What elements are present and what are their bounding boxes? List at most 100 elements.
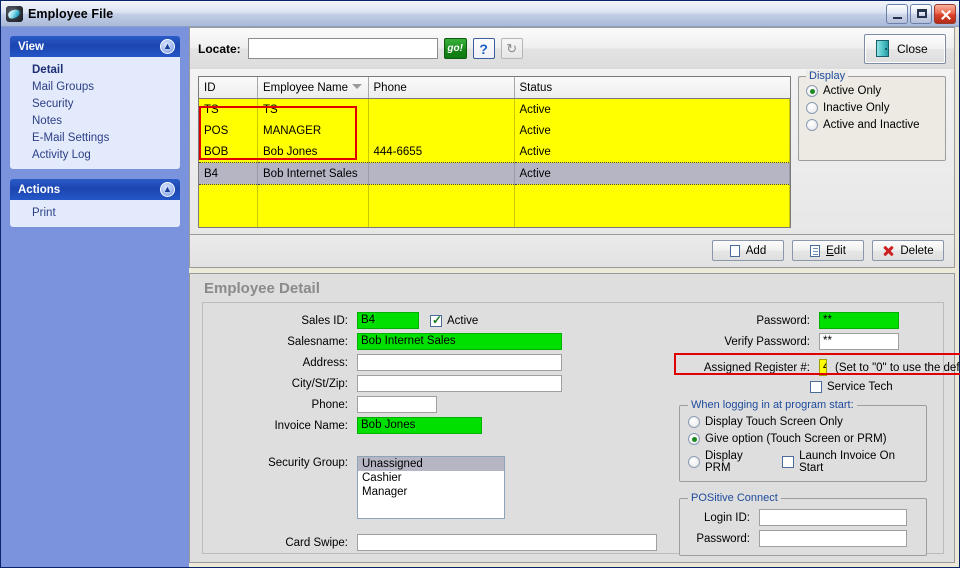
cell-phone: 444-6655 bbox=[368, 141, 515, 163]
service-tech-label: Service Tech bbox=[827, 381, 893, 393]
verify-password-field[interactable]: ** bbox=[819, 333, 899, 350]
table-row[interactable]: TS TS Active bbox=[199, 98, 790, 120]
document-icon bbox=[810, 244, 821, 257]
radio-active-only[interactable]: Active Only bbox=[806, 85, 938, 97]
phone-field[interactable] bbox=[357, 396, 437, 413]
sidebar-item-security[interactable]: Security bbox=[10, 95, 180, 112]
field-security-group: Security Group: Unassigned Cashier Manag… bbox=[213, 456, 665, 519]
radio-inactive-only-label: Inactive Only bbox=[823, 102, 890, 114]
password-field[interactable]: ** bbox=[819, 312, 899, 329]
checkbox-icon bbox=[810, 381, 822, 393]
radio-display-touch-screen-only[interactable]: Display Touch Screen Only bbox=[688, 416, 918, 428]
table-row[interactable] bbox=[199, 206, 790, 227]
radio-active-only-label: Active Only bbox=[823, 85, 882, 97]
window-title: Employee File bbox=[28, 6, 114, 21]
invoice-name-field[interactable]: Bob Jones bbox=[357, 417, 482, 434]
sidebar-item-activity-log[interactable]: Activity Log bbox=[10, 146, 180, 163]
detail-left-column: Sales ID: B4 Active Salesname: Bob Inter… bbox=[213, 312, 665, 551]
cell-name bbox=[257, 184, 369, 206]
sidebar-item-email-settings[interactable]: E-Mail Settings bbox=[10, 129, 180, 146]
sidebar-item-print[interactable]: Print bbox=[10, 204, 180, 221]
delete-x-icon bbox=[882, 245, 894, 257]
city-st-zip-field[interactable] bbox=[357, 375, 562, 392]
delete-button[interactable]: Delete bbox=[872, 240, 944, 261]
field-city-st-zip: City/St/Zip: bbox=[213, 375, 665, 392]
cell-name bbox=[257, 206, 369, 227]
cell-name: Bob Jones bbox=[257, 141, 369, 163]
radio-icon bbox=[688, 416, 700, 428]
list-item[interactable]: Cashier bbox=[358, 471, 504, 485]
sidebar-item-detail[interactable]: Detail bbox=[10, 61, 180, 78]
address-label: Address: bbox=[302, 356, 348, 369]
edit-button[interactable]: Edit bbox=[792, 240, 864, 261]
locate-label: Locate: bbox=[198, 41, 241, 56]
table-row[interactable] bbox=[199, 184, 790, 206]
cell-status: Active bbox=[514, 162, 790, 185]
connect-login-id-label: Login ID: bbox=[703, 511, 750, 524]
positive-connect-legend: POSitive Connect bbox=[688, 492, 781, 504]
maximize-button[interactable] bbox=[910, 3, 932, 24]
locate-toolbar: Locate: go! ? ↻ Close bbox=[189, 27, 955, 69]
table-row[interactable]: BOB Bob Jones 444-6655 Active bbox=[199, 141, 790, 163]
chevron-up-icon[interactable]: ▲ bbox=[160, 39, 175, 54]
radio-give-option[interactable]: Give option (Touch Screen or PRM) bbox=[688, 433, 918, 445]
close-window-button[interactable] bbox=[934, 3, 956, 24]
help-icon[interactable]: ? bbox=[472, 38, 495, 59]
field-assigned-register: Assigned Register #: 4 (Set to "0" to us… bbox=[675, 359, 960, 376]
table-row[interactable]: POS MANAGER Active bbox=[199, 120, 790, 141]
refresh-icon[interactable]: ↻ bbox=[500, 38, 523, 59]
cell-phone bbox=[368, 98, 515, 120]
field-connect-password: Password: bbox=[688, 530, 918, 547]
service-tech-checkbox-row[interactable]: Service Tech bbox=[810, 381, 893, 393]
cell-status bbox=[514, 184, 790, 206]
card-swipe-field[interactable] bbox=[357, 534, 657, 551]
column-header-id[interactable]: ID bbox=[199, 77, 258, 99]
radio-active-and-inactive[interactable]: Active and Inactive bbox=[806, 119, 938, 131]
sidebar-panel-view-title: View bbox=[18, 40, 44, 53]
connect-login-id-field[interactable] bbox=[759, 509, 907, 526]
column-header-name[interactable]: Employee Name bbox=[257, 77, 369, 99]
sidebar-panel-actions-header[interactable]: Actions ▲ bbox=[10, 179, 180, 200]
column-header-status[interactable]: Status bbox=[514, 77, 790, 99]
new-page-icon bbox=[729, 244, 740, 257]
close-button-label: Close bbox=[897, 41, 928, 56]
close-button[interactable]: Close bbox=[864, 33, 946, 64]
cell-phone bbox=[368, 206, 515, 227]
minimize-button[interactable] bbox=[886, 3, 908, 24]
sidebar-item-mail-groups[interactable]: Mail Groups bbox=[10, 78, 180, 95]
active-checkbox-row[interactable]: Active bbox=[430, 313, 478, 327]
table-row[interactable]: B4 Bob Internet Sales Active bbox=[199, 162, 790, 185]
chevron-up-icon[interactable]: ▲ bbox=[160, 182, 175, 197]
employee-grid[interactable]: ID Employee Name Phone Status TS TS Acti… bbox=[198, 76, 791, 228]
field-verify-password: Verify Password: ** bbox=[675, 333, 933, 350]
column-header-phone[interactable]: Phone bbox=[368, 77, 515, 99]
launch-invoice-checkbox[interactable] bbox=[782, 456, 795, 468]
address-field[interactable] bbox=[357, 354, 562, 371]
security-group-listbox[interactable]: Unassigned Cashier Manager bbox=[357, 456, 505, 519]
go-button[interactable]: go! bbox=[443, 38, 467, 59]
sidebar: View ▲ Detail Mail Groups Security Notes… bbox=[1, 27, 189, 567]
list-item[interactable]: Manager bbox=[358, 485, 504, 499]
field-password: Password: ** bbox=[675, 312, 933, 329]
sales-id-field[interactable]: B4 bbox=[357, 312, 419, 329]
content-area: Locate: go! ? ↻ Close ID Employee Name P… bbox=[189, 27, 960, 567]
city-st-zip-label: City/St/Zip: bbox=[291, 377, 348, 390]
field-salesname: Salesname: Bob Internet Sales bbox=[213, 333, 665, 350]
sidebar-item-notes[interactable]: Notes bbox=[10, 112, 180, 129]
door-icon bbox=[876, 40, 889, 57]
assigned-register-field[interactable]: 4 bbox=[819, 359, 827, 376]
card-swipe-label: Card Swipe: bbox=[285, 536, 348, 549]
verify-password-label: Verify Password: bbox=[724, 335, 810, 348]
list-item[interactable]: Unassigned bbox=[358, 457, 504, 471]
salesname-field[interactable]: Bob Internet Sales bbox=[357, 333, 562, 350]
login-options-legend: When logging in at program start: bbox=[688, 399, 857, 411]
radio-display-prm[interactable]: Display PRM Launch Invoice On Start bbox=[688, 450, 918, 474]
sidebar-panel-actions-title: Actions bbox=[18, 183, 61, 196]
radio-inactive-only[interactable]: Inactive Only bbox=[806, 102, 938, 114]
search-input[interactable] bbox=[247, 38, 438, 59]
invoice-name-label: Invoice Name: bbox=[274, 419, 348, 432]
connect-password-field[interactable] bbox=[759, 530, 907, 547]
phone-label: Phone: bbox=[311, 398, 348, 411]
sidebar-panel-view-header[interactable]: View ▲ bbox=[10, 36, 180, 57]
add-button[interactable]: Add bbox=[712, 240, 784, 261]
